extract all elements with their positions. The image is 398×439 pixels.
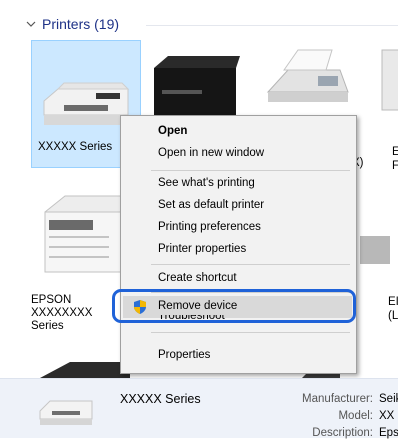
printer-icon [39,400,93,425]
highlight-ring [112,289,356,323]
description-label: Description: [312,427,373,439]
printer-icon [40,362,130,378]
menu-item-see-whats-printing[interactable]: See what's printing [158,176,255,191]
group-divider [146,25,398,26]
fax-tile[interactable] [262,40,362,115]
clipped-label: F [392,160,398,172]
description-value: Eps [379,427,398,439]
printer-icon [360,236,390,264]
manufacturer-value: Seik [379,393,398,405]
group-title: Printers (19) [42,16,120,32]
printer-label: XXXXX Series [38,141,113,153]
menu-separator [151,264,350,265]
menu-item-set-default-printer[interactable]: Set as default printer [158,198,264,213]
clipped-label: (L [388,310,398,322]
menu-item-open-new-window[interactable]: Open in new window [158,146,264,161]
printers-group-header[interactable]: Printers (19) [24,14,119,34]
menu-item-printing-preferences[interactable]: Printing preferences [158,220,261,235]
model-value: XX [379,410,395,422]
menu-item-printer-properties[interactable]: Printer properties [158,242,246,257]
menu-separator [151,332,350,333]
context-menu: Open Open in new window See what's print… [120,115,357,374]
details-printer-name: XXXXX Series [120,392,201,406]
model-label: Model: [338,410,373,422]
printer-tile-epson[interactable]: EPSON XXXXXXXX Series [31,188,131,348]
printer-tile-2[interactable] [148,40,256,118]
chevron-down-icon [26,21,36,27]
details-pane: XXXXX Series Manufacturer: Seik Model: X… [0,378,398,439]
manufacturer-label: Manufacturer: [302,393,373,405]
printer-icon [154,56,240,118]
clipped-label: E [392,146,398,158]
printer-label: EPSON XXXXXXXX Series [31,294,93,332]
menu-item-open[interactable]: Open [158,124,187,139]
clipped-label: EI [388,296,398,308]
printer-icon [44,195,124,273]
menu-separator [151,170,350,171]
printer-icon [381,49,398,111]
fax-icon [266,49,349,102]
menu-item-properties[interactable]: Properties [158,348,210,363]
menu-item-create-shortcut[interactable]: Create shortcut [158,271,237,286]
